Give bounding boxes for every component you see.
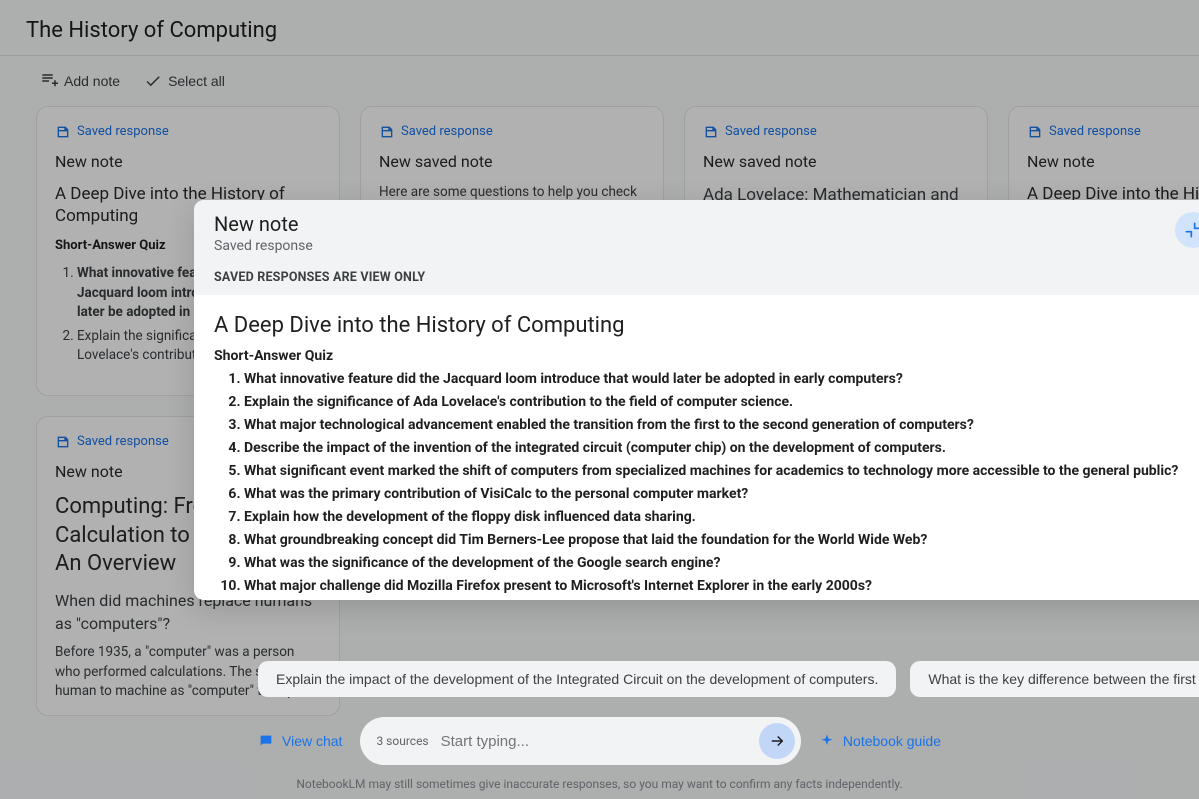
suggestion-chips: Explain the impact of the development of… [0,661,1199,709]
question-item: What significant event marked the shift … [244,461,1199,482]
modal-subtitle: Saved response [214,238,1199,254]
send-button[interactable] [759,723,795,759]
composer-row: View chat 3 sources Notebook guide [0,709,1199,773]
arrow-right-icon [768,732,786,750]
question-item: What major challenge did Mozilla Firefox… [244,576,1199,597]
notebook-guide-button[interactable]: Notebook guide [819,733,941,749]
question-item: What groundbreaking concept did Tim Bern… [244,530,1199,551]
suggestion-chip[interactable]: Explain the impact of the development of… [258,661,896,697]
question-item: What was the significance of the develop… [244,553,1199,574]
quiz-label: Short-Answer Quiz [214,346,1199,367]
modal-title: New note [214,212,1199,236]
composer-input[interactable]: 3 sources [360,717,800,765]
modal-heading: A Deep Dive into the History of Computin… [214,309,1199,342]
sources-count: 3 sources [376,734,428,748]
modal-body[interactable]: A Deep Dive into the History of Computin… [194,295,1199,600]
sparkle-icon [819,733,835,749]
question-item: Describe the impact of the invention of … [244,438,1199,459]
chat-icon [258,733,274,749]
question-item: Explain the significance of Ada Lovelace… [244,392,1199,413]
note-modal: New note Saved response SAVED RESPONSES … [194,200,1199,600]
view-chat-button[interactable]: View chat [258,733,342,749]
answer-key-label: Answer Key [214,599,1199,600]
quiz-questions: What innovative feature did the Jacquard… [214,369,1199,597]
collapse-icon [1183,220,1199,240]
modal-header: New note Saved response SAVED RESPONSES … [194,200,1199,295]
question-item: What was the primary contribution of Vis… [244,484,1199,505]
question-item: What major technological advancement ena… [244,415,1199,436]
suggestion-chip[interactable]: What is the key difference between the f… [910,661,1199,697]
question-item: Explain how the development of the flopp… [244,507,1199,528]
prompt-input[interactable] [441,733,747,750]
view-only-notice: SAVED RESPONSES ARE VIEW ONLY [214,270,1199,285]
question-item: What innovative feature did the Jacquard… [244,369,1199,390]
